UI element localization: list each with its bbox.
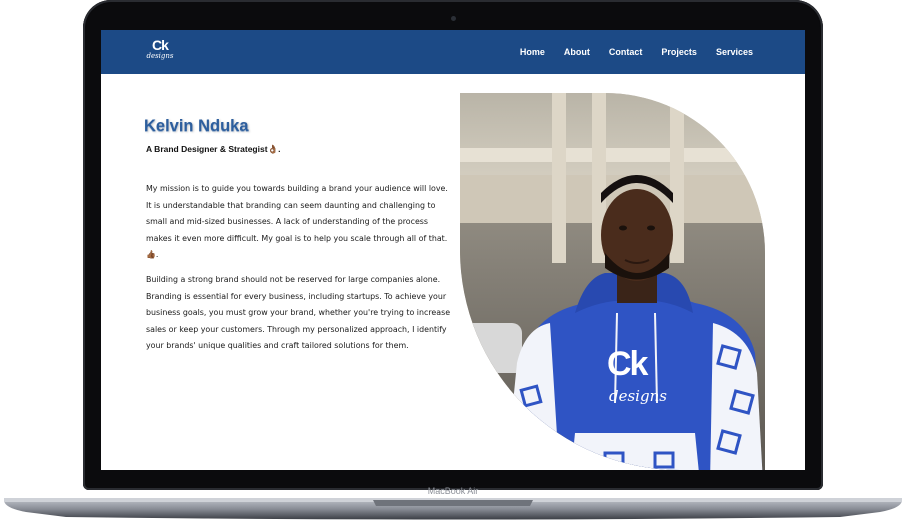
hero-paragraph-branding: Building a strong brand should not be re…: [146, 275, 451, 351]
brand-logo[interactable]: Ck designs: [143, 38, 177, 66]
hoodie-logo-mark: Ck: [607, 345, 649, 383]
laptop-model-label: MacBook Air: [427, 486, 479, 496]
nav-link-contact[interactable]: Contact: [609, 47, 643, 57]
laptop-mockup: MacBook Air Ck designs Home About Contac…: [0, 0, 906, 520]
nav-link-about[interactable]: About: [564, 47, 590, 57]
nav-link-projects[interactable]: Projects: [661, 47, 697, 57]
hero-paragraph-mission: My mission is to guide you towards build…: [146, 184, 448, 260]
nav-link-home[interactable]: Home: [520, 47, 545, 57]
logo-subtext: designs: [146, 52, 174, 60]
navbar: Ck designs Home About Contact Projects S…: [101, 30, 805, 74]
logo-mark: Ck: [152, 37, 169, 53]
person-illustration: Ck designs: [506, 175, 763, 470]
camera-icon: [451, 16, 456, 21]
hoodie-logo-subtext: designs: [609, 387, 667, 405]
hero-name: Kelvin Nduka: [144, 117, 249, 135]
website-screen: Ck designs Home About Contact Projects S…: [101, 30, 805, 470]
portrait-photo: Ck designs: [460, 93, 765, 470]
nav-link-services[interactable]: Services: [716, 47, 753, 57]
nav-menu: Home About Contact Projects Services: [520, 30, 753, 74]
hero-tagline: A Brand Designer & Strategist👌🏾.: [146, 144, 281, 154]
